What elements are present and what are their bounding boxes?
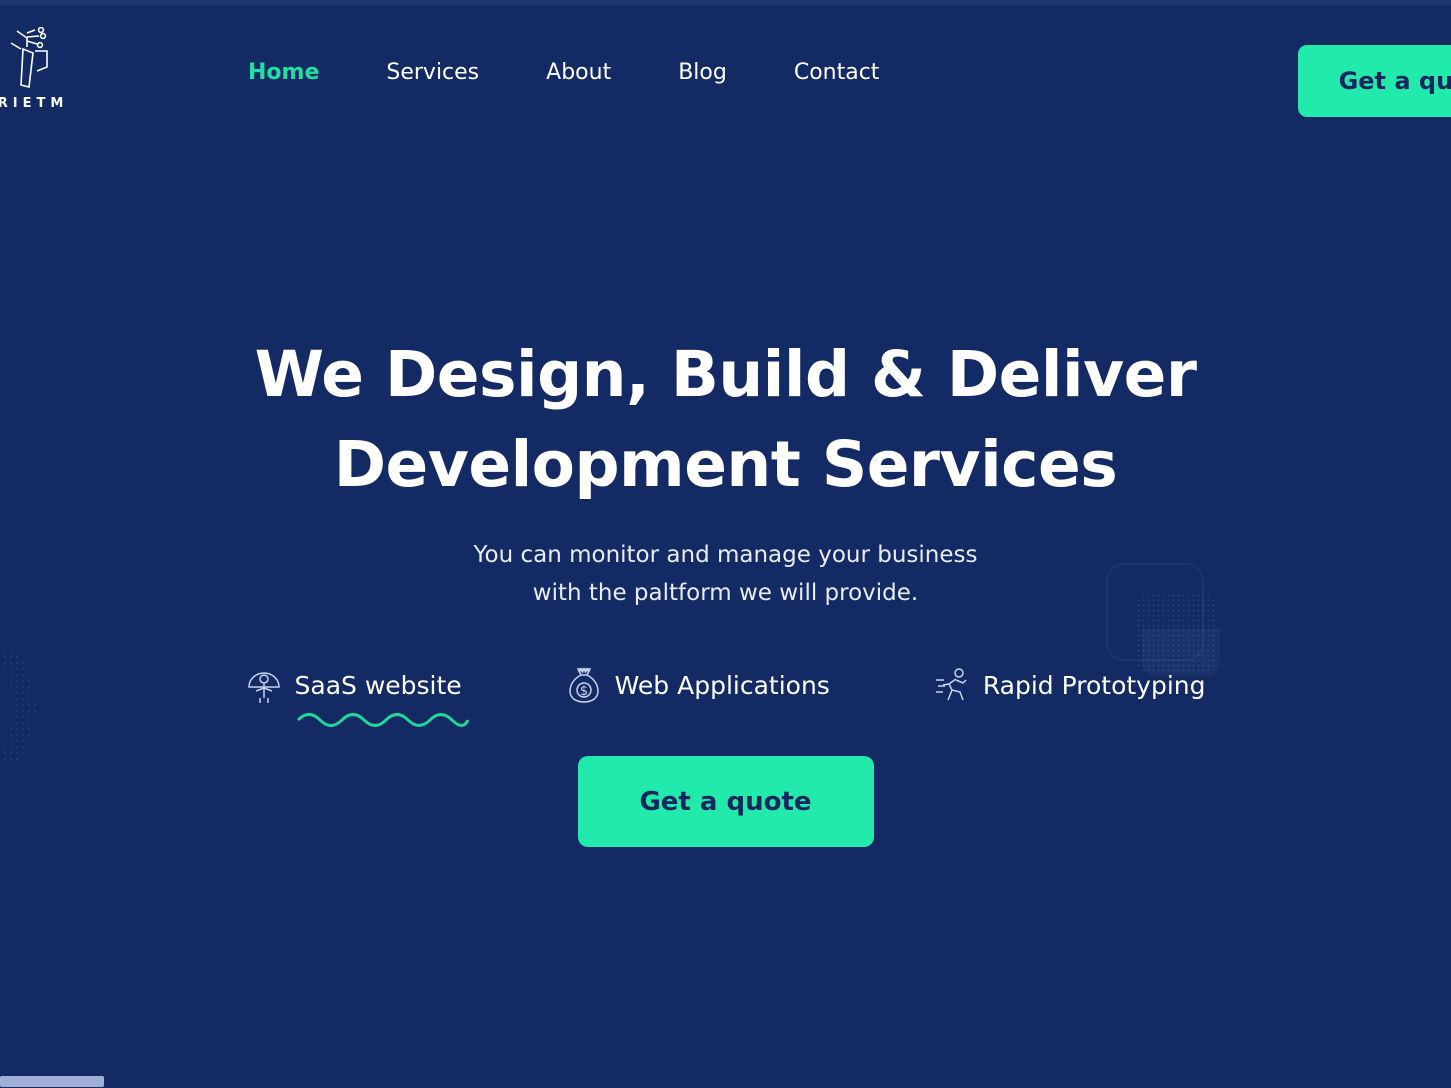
circuit-person-logo-icon: [10, 27, 48, 88]
site-header: RIETM Home Services About Blog Contact G…: [0, 5, 1451, 117]
feature-saas-website[interactable]: SaaS website: [246, 666, 469, 727]
hero-subtitle: You can monitor and manage your business…: [376, 536, 1076, 612]
hero-feature-list: SaaS website $ Web Applications Rapid Pr…: [246, 666, 1206, 727]
hero-title-line-2: Development Services: [333, 428, 1118, 501]
horizontal-scrollbar[interactable]: [0, 1075, 1451, 1088]
nav-item-blog[interactable]: Blog: [678, 60, 727, 85]
hero-get-a-quote-button[interactable]: Get a quote: [577, 756, 874, 847]
saas-person-dome-icon: [247, 672, 280, 703]
hero-subtitle-line-1: You can monitor and manage your business: [473, 542, 978, 568]
money-bag-icon: $: [568, 667, 599, 703]
page-root: RIETM Home Services About Blog Contact G…: [0, 0, 1451, 1088]
wavy-underline: [296, 713, 469, 727]
nav-item-contact[interactable]: Contact: [794, 60, 880, 85]
hero-title-line-1: We Design, Build & Deliver: [254, 338, 1197, 411]
nav-item-services[interactable]: Services: [386, 60, 479, 85]
horizontal-scrollbar-thumb[interactable]: [0, 1076, 104, 1087]
feature-label-rapid-prototyping: Rapid Prototyping: [982, 670, 1206, 700]
feature-rapid-prototyping[interactable]: Rapid Prototyping: [934, 666, 1206, 704]
hero-section: We Design, Build & Deliver Development S…: [0, 330, 1451, 847]
nav-item-home[interactable]: Home: [248, 60, 319, 85]
main-navigation: Home Services About Blog Contact: [248, 60, 879, 85]
logo-wordmark: RIETM: [0, 96, 69, 111]
running-person-icon: [935, 668, 967, 701]
header-get-a-quote-button[interactable]: Get a quote: [1298, 45, 1451, 117]
feature-web-applications[interactable]: $ Web Applications: [566, 666, 830, 704]
logo[interactable]: RIETM: [0, 27, 88, 122]
nav-item-about[interactable]: About: [546, 60, 611, 85]
page-title: We Design, Build & Deliver Development S…: [226, 330, 1226, 510]
feature-label-saas-website: SaaS website: [294, 670, 462, 700]
hero-subtitle-line-2: with the paltform we will provide.: [532, 580, 919, 606]
feature-label-web-applications: Web Applications: [614, 670, 830, 700]
